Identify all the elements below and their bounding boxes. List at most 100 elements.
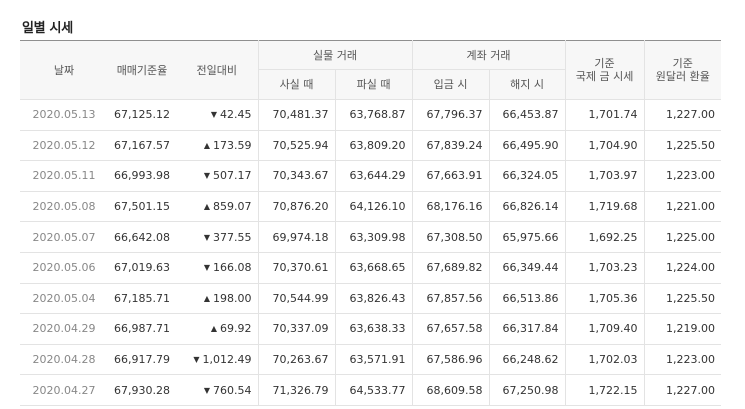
fx-rate-cell: 1,225.50 <box>643 283 722 315</box>
date-cell: 2020.05.06 <box>20 252 108 284</box>
date-cell: 2020.05.12 <box>20 130 108 162</box>
change-value: 173.59 <box>213 138 252 152</box>
deposit-cell: 67,308.50 <box>411 221 490 253</box>
deposit-cell: 68,609.58 <box>411 374 490 406</box>
withdraw-cell: 66,317.84 <box>488 313 566 345</box>
change-value: 507.17 <box>213 169 252 183</box>
table-body: 2020.05.13 67,125.12 ▼ 42.45 70,481.37 63,768… <box>20 99 722 406</box>
change-cell: ▼ 166.08 <box>176 252 258 284</box>
change-cell: ▼ 760.54 <box>176 374 258 406</box>
header-physical-trade: 실물 거래 <box>257 40 413 70</box>
table-row: 2020.05.06 67,019.63 ▼ 166.08 70,370.61 63,66… <box>20 252 722 284</box>
up-arrow-icon: ▲ <box>203 202 210 212</box>
buy-physical-cell: 70,481.37 <box>257 99 335 131</box>
change-cell: ▼ 42.45 <box>176 99 258 131</box>
base-rate-cell: 67,019.63 <box>108 252 176 284</box>
sell-physical-cell: 63,638.33 <box>334 313 413 345</box>
down-arrow-icon: ▼ <box>210 110 217 120</box>
table-row: 2020.04.28 66,917.79 ▼ 1,012.49 70,263.67 63,… <box>20 344 722 376</box>
fx-rate-cell: 1,227.00 <box>643 99 722 131</box>
deposit-cell: 67,857.56 <box>411 283 490 315</box>
header-account-trade: 계좌 거래 <box>411 40 566 70</box>
date-cell: 2020.04.28 <box>20 344 108 376</box>
up-arrow-icon: ▲ <box>203 293 210 303</box>
change-cell: ▼ 507.17 <box>176 160 258 192</box>
intl-gold-cell: 1,703.23 <box>564 252 645 284</box>
change-value: 198.00 <box>213 291 252 305</box>
sell-physical-cell: 63,644.29 <box>334 160 413 192</box>
intl-gold-cell: 1,705.36 <box>564 283 645 315</box>
base-rate-cell: 67,167.57 <box>108 130 176 162</box>
fx-rate-cell: 1,225.00 <box>643 221 722 253</box>
fx-rate-cell: 1,227.00 <box>643 374 722 406</box>
header-change: 전일대비 <box>176 40 258 100</box>
change-value: 69.92 <box>220 322 252 336</box>
date-cell: 2020.04.29 <box>20 313 108 345</box>
sell-physical-cell: 63,809.20 <box>334 130 413 162</box>
section-title: 일별 시세 <box>22 21 73 36</box>
change-value: 859.07 <box>213 200 252 214</box>
intl-gold-cell: 1,703.97 <box>564 160 645 192</box>
change-cell: ▲ 198.00 <box>176 283 258 315</box>
buy-physical-cell: 70,337.09 <box>257 313 335 345</box>
sell-physical-cell: 63,309.98 <box>334 221 413 253</box>
up-arrow-icon: ▲ <box>210 324 217 334</box>
withdraw-cell: 67,250.98 <box>488 374 566 406</box>
fx-rate-cell: 1,225.50 <box>643 130 722 162</box>
withdraw-cell: 66,453.87 <box>488 99 566 131</box>
change-value: 760.54 <box>213 383 252 397</box>
header-fx-rate: 기준 원달러 환율 <box>643 40 722 100</box>
base-rate-cell: 67,185.71 <box>108 283 176 315</box>
change-cell: ▲ 173.59 <box>176 130 258 162</box>
daily-price-table: 날짜 매매기준율 전일대비 실물 거래 계좌 거래 기준 국제 금 시세 기준 원달… <box>20 40 722 406</box>
deposit-cell: 67,586.96 <box>411 344 490 376</box>
date-cell: 2020.05.07 <box>20 221 108 253</box>
intl-gold-cell: 1,722.15 <box>564 374 645 406</box>
down-arrow-icon: ▼ <box>203 171 210 181</box>
date-cell: 2020.05.13 <box>20 99 108 131</box>
intl-gold-cell: 1,692.25 <box>564 221 645 253</box>
base-rate-cell: 66,642.08 <box>108 221 176 253</box>
intl-gold-cell: 1,709.40 <box>564 313 645 345</box>
change-value: 42.45 <box>220 108 252 122</box>
withdraw-cell: 66,826.14 <box>488 191 566 223</box>
table-row: 2020.05.13 67,125.12 ▼ 42.45 70,481.37 63,768… <box>20 99 722 131</box>
header-sell-physical: 파실 때 <box>334 69 413 100</box>
header-deposit: 입금 시 <box>411 69 490 100</box>
withdraw-cell: 66,495.90 <box>488 130 566 162</box>
table-row: 2020.05.07 66,642.08 ▼ 377.55 69,974.18 63,30… <box>20 221 722 253</box>
sell-physical-cell: 63,571.91 <box>334 344 413 376</box>
header-date: 날짜 <box>20 40 108 100</box>
table-row: 2020.05.04 67,185.71 ▲ 198.00 70,544.99 63,82… <box>20 283 722 315</box>
down-arrow-icon: ▼ <box>203 385 210 395</box>
date-cell: 2020.05.08 <box>20 191 108 223</box>
intl-gold-cell: 1,702.03 <box>564 344 645 376</box>
fx-rate-cell: 1,224.00 <box>643 252 722 284</box>
header-base-rate: 매매기준율 <box>108 40 176 100</box>
up-arrow-icon: ▲ <box>203 140 210 150</box>
table-row: 2020.05.12 67,167.57 ▲ 173.59 70,525.94 63,80… <box>20 130 722 162</box>
buy-physical-cell: 70,343.67 <box>257 160 335 192</box>
deposit-cell: 67,663.91 <box>411 160 490 192</box>
fx-rate-cell: 1,223.00 <box>643 160 722 192</box>
table-row: 2020.04.27 67,930.28 ▼ 760.54 71,326.79 64,53… <box>20 374 722 406</box>
deposit-cell: 67,689.82 <box>411 252 490 284</box>
sell-physical-cell: 64,533.77 <box>334 374 413 406</box>
withdraw-cell: 65,975.66 <box>488 221 566 253</box>
withdraw-cell: 66,513.86 <box>488 283 566 315</box>
date-cell: 2020.04.27 <box>20 374 108 406</box>
withdraw-cell: 66,349.44 <box>488 252 566 284</box>
header-withdraw: 해지 시 <box>488 69 566 100</box>
deposit-cell: 67,796.37 <box>411 99 490 131</box>
fx-rate-cell: 1,219.00 <box>643 313 722 345</box>
buy-physical-cell: 70,263.67 <box>257 344 335 376</box>
change-value: 166.08 <box>213 261 252 275</box>
base-rate-cell: 67,125.12 <box>108 99 176 131</box>
table-row: 2020.05.11 66,993.98 ▼ 507.17 70,343.67 63,64… <box>20 160 722 192</box>
down-arrow-icon: ▼ <box>193 355 200 365</box>
table-row: 2020.05.08 67,501.15 ▲ 859.07 70,876.20 64,12… <box>20 191 722 223</box>
daily-price-panel: 일별 시세 날짜 매매기준율 전일대비 실물 거래 계좌 거래 기준 국제 금 시… <box>0 0 745 409</box>
buy-physical-cell: 69,974.18 <box>257 221 335 253</box>
change-cell: ▲ 69.92 <box>176 313 258 345</box>
header-buy-physical: 사실 때 <box>257 69 335 100</box>
